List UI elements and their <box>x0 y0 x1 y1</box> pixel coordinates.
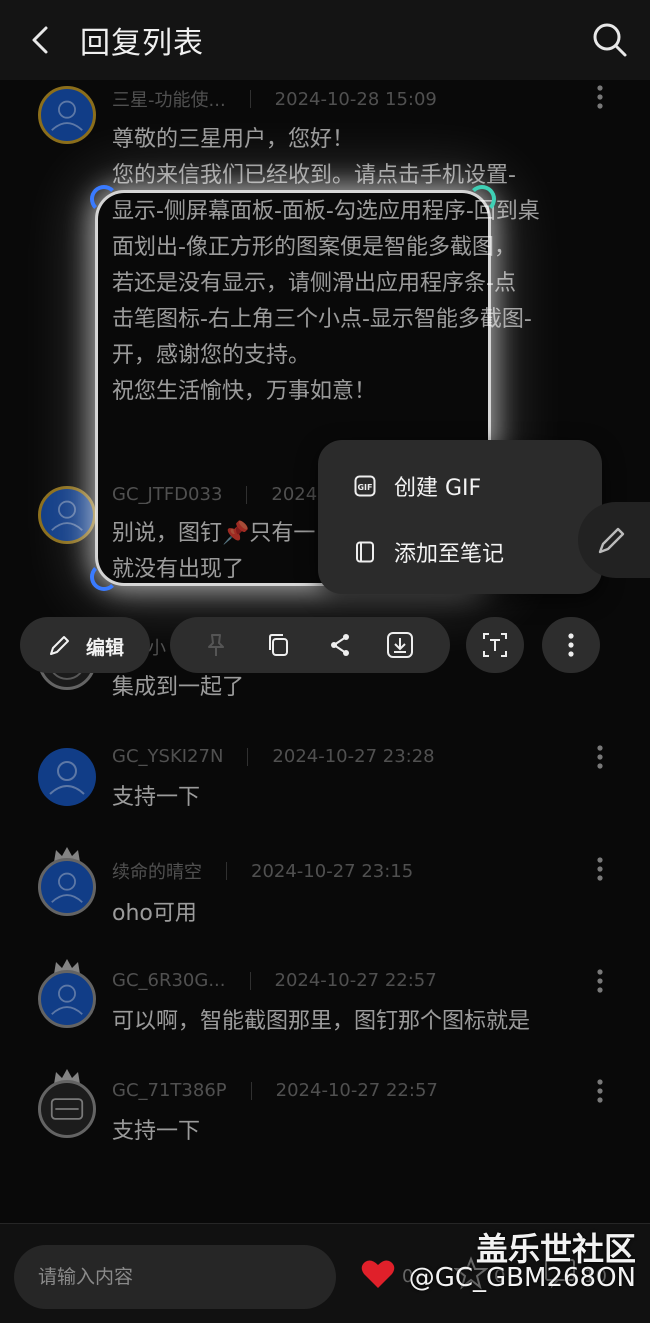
edit-label: 编辑 <box>86 637 125 659</box>
pen-shortcut-button[interactable] <box>578 502 650 578</box>
add-to-notes-menu-item[interactable]: 添加至笔记 <box>318 520 602 584</box>
reply-input[interactable] <box>14 1245 336 1309</box>
menu-item-label: 添加至笔记 <box>394 542 505 567</box>
capture-handle-top-right[interactable] <box>468 185 496 213</box>
app-header: 回复列表 <box>0 0 650 80</box>
pencil-icon <box>50 636 69 655</box>
create-gif-menu-item[interactable]: GIF 创建 GIF <box>318 454 602 518</box>
watermark-user: @GC_GBM268ON <box>408 1263 636 1293</box>
edit-button[interactable]: 编辑 <box>20 617 150 673</box>
search-icon[interactable] <box>590 20 630 60</box>
share-icon[interactable] <box>326 631 354 659</box>
pin-icon[interactable] <box>202 631 230 659</box>
page-title: 回复列表 <box>80 26 204 61</box>
copy-icon[interactable] <box>265 631 293 659</box>
extract-text-icon <box>483 633 507 657</box>
save-icon[interactable] <box>386 631 414 659</box>
more-vertical-icon <box>568 633 574 657</box>
extract-text-button[interactable] <box>466 617 524 673</box>
smart-select-popup-menu: GIF 创建 GIF 添加至笔记 <box>318 440 602 594</box>
more-options-button[interactable] <box>542 617 600 673</box>
menu-item-label: 创建 GIF <box>394 476 482 501</box>
gif-icon: GIF <box>354 475 376 497</box>
capture-handle-bottom-left[interactable] <box>90 563 118 591</box>
capture-handle-top-left[interactable] <box>90 185 118 213</box>
capture-tools-bar <box>170 617 450 673</box>
svg-text:GIF: GIF <box>357 483 372 492</box>
note-icon <box>356 541 374 563</box>
pen-icon <box>598 527 625 554</box>
back-arrow-icon[interactable] <box>24 22 60 58</box>
heart-icon[interactable] <box>360 1258 396 1290</box>
